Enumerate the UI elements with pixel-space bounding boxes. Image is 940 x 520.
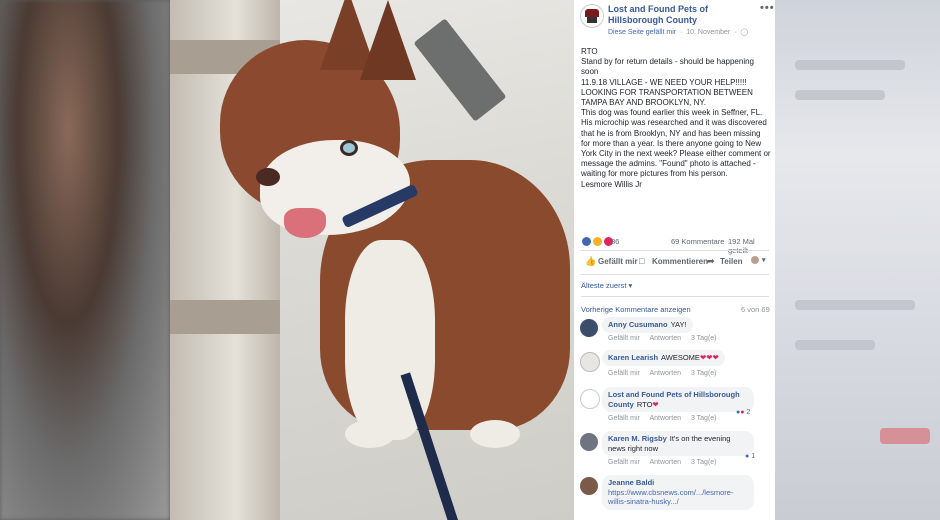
comment-text: RTO <box>636 399 653 409</box>
post-photo-dog[interactable] <box>170 0 574 520</box>
comment-reactions[interactable]: ●● 2 <box>736 409 750 416</box>
comment-time[interactable]: 3 Tag(e) <box>691 415 717 422</box>
comment-actions: Gefällt mir Antworten 3 Tag(e) <box>608 335 725 342</box>
comment-label: Kommentieren <box>652 256 709 266</box>
comment-actions: Gefällt mir Antworten 3 Tag(e) <box>608 459 725 466</box>
comment-time[interactable]: 3 Tag(e) <box>691 459 717 466</box>
share-as-selector[interactable]: ▾ <box>751 256 766 264</box>
post-line: Lesmore Willis Jr <box>581 179 642 189</box>
comment-time[interactable]: 3 Tag(e) <box>691 335 717 342</box>
post-body: RTO Stand by for return details - should… <box>581 47 771 190</box>
avatar[interactable] <box>580 319 598 337</box>
post-line: Stand by for return details - should be … <box>581 57 755 77</box>
blurred-background-right <box>775 0 940 520</box>
globe-icon: ◯ <box>740 29 749 36</box>
like-button[interactable]: 👍 Gefällt mir <box>585 256 638 266</box>
post-panel: Lost and Found Pets of Hillsborough Coun… <box>574 0 775 520</box>
divider <box>581 250 769 251</box>
previous-comments-link[interactable]: Vorherige Kommentare anzeigen <box>581 305 691 314</box>
comment-reply-link[interactable]: Antworten <box>649 415 681 422</box>
dog-ear <box>360 0 416 80</box>
avatar[interactable] <box>580 477 598 495</box>
parking-curb <box>413 18 507 122</box>
heart-emoji-icon: ❤ <box>652 399 659 409</box>
dog-eye <box>340 140 358 156</box>
share-button[interactable]: ➦ Teilen <box>707 256 743 266</box>
comments-count[interactable]: 69 Kommentare <box>671 237 724 246</box>
comment-text: YAY! <box>670 320 687 329</box>
more-icon[interactable]: ••• <box>760 2 775 14</box>
comment-reaction-count: 1 <box>751 453 756 460</box>
comment-reply-link[interactable]: Antworten <box>649 370 681 377</box>
post-actions: 👍 Gefällt mir □ Kommentieren ➦ Teilen ▾ <box>581 256 771 270</box>
comment-button[interactable]: □ Kommentieren <box>639 256 708 266</box>
comment-actions: Gefällt mir Antworten 3 Tag(e) <box>608 370 725 377</box>
comment-bubble: Anny Cusumano YAY! <box>602 317 693 333</box>
commenter-name[interactable]: Karen Learish <box>608 353 658 362</box>
comment-reply-link[interactable]: Antworten <box>649 459 681 466</box>
dog-paw <box>345 420 395 448</box>
reaction-count[interactable]: 86 <box>611 237 619 246</box>
comment-like-link[interactable]: Gefällt mir <box>608 459 640 466</box>
wow-reaction-icon <box>592 236 604 247</box>
comments-count-label: 6 von 69 <box>741 305 770 314</box>
avatar[interactable] <box>580 389 600 409</box>
shares-count[interactable]: 192 Mal geteilt <box>728 237 769 255</box>
commenter-name[interactable]: Jeanne Baldi <box>608 478 745 488</box>
dog-nose <box>256 168 280 186</box>
chevron-down-icon: ▾ <box>762 257 766 264</box>
page-avatar[interactable] <box>580 4 604 28</box>
post-line: LOOKING FOR TRANSPORTATION BETWEEN TAMPA… <box>581 87 753 108</box>
comment-actions: Gefällt mir Antworten 3 Tag(e) <box>608 415 725 422</box>
thumbs-up-icon: 👍 <box>585 256 597 266</box>
divider <box>581 296 769 297</box>
comment-link[interactable]: https://www.cbsnews.com/.../lesmore-will… <box>608 488 748 507</box>
comment-time[interactable]: 3 Tag(e) <box>691 370 717 377</box>
commenter-name[interactable]: Lost and Found Pets of Hillsborough Coun… <box>608 390 740 409</box>
like-reaction-icon: ● <box>745 453 750 460</box>
avatar[interactable] <box>580 352 600 372</box>
share-arrow-icon: ➦ <box>707 256 715 266</box>
comment-bubble: Karen Learish AWESOME❤❤❤ <box>602 350 725 366</box>
commenter-name[interactable]: Anny Cusumano <box>608 320 668 329</box>
divider <box>581 274 769 275</box>
comment-reaction-count: 2 <box>746 409 751 416</box>
like-label: Gefällt mir <box>598 256 638 266</box>
comment-bubble: Lost and Found Pets of Hillsborough Coun… <box>602 387 754 412</box>
page-name-link[interactable]: Lost and Found Pets of Hillsborough Coun… <box>608 4 758 26</box>
comment-text: AWESOME <box>661 353 700 362</box>
like-reaction-icon <box>581 236 592 247</box>
share-label: Teilen <box>720 256 743 266</box>
dog-paw <box>470 420 520 448</box>
post-meta: Diese Seite gefällt mir · 10. November ·… <box>608 29 749 36</box>
comment-reply-link[interactable]: Antworten <box>649 335 681 342</box>
post-line: This dog was found earlier this week in … <box>581 108 771 179</box>
post-line: 11.9.18 VILLAGE - WE NEED YOUR HELP!!!!! <box>581 77 747 87</box>
comment-like-link[interactable]: Gefällt mir <box>608 335 640 342</box>
dog-tongue <box>284 208 326 238</box>
reaction-icons[interactable] <box>581 236 615 247</box>
profile-small-icon <box>751 256 759 264</box>
blurred-background-left <box>0 0 170 520</box>
comment-like-link[interactable]: Gefällt mir <box>608 370 640 377</box>
dog-head <box>220 0 416 238</box>
comment-like-link[interactable]: Gefällt mir <box>608 415 640 422</box>
heart-emoji-icon: ❤❤❤ <box>699 353 719 362</box>
liked-page-label[interactable]: Diese Seite gefällt mir <box>608 29 676 36</box>
comment-reactions[interactable]: ● 1 <box>745 453 755 460</box>
comment-bubble: Jeanne Baldi https://www.cbsnews.com/...… <box>602 475 754 510</box>
speech-bubble-icon: □ <box>639 256 645 266</box>
post-date[interactable]: 10. November <box>686 29 730 36</box>
post-line: RTO <box>581 47 598 56</box>
love-reaction-icon: ● <box>740 409 745 416</box>
comment-bubble: Karen M. Rigsby It's on the evening news … <box>602 431 754 456</box>
reactions-bar: 86 69 Kommentare 192 Mal geteilt <box>581 236 769 255</box>
avatar[interactable] <box>580 433 598 451</box>
sort-comments-dropdown[interactable]: Älteste zuerst ▾ <box>581 281 632 290</box>
commenter-name[interactable]: Karen M. Rigsby <box>608 434 667 443</box>
